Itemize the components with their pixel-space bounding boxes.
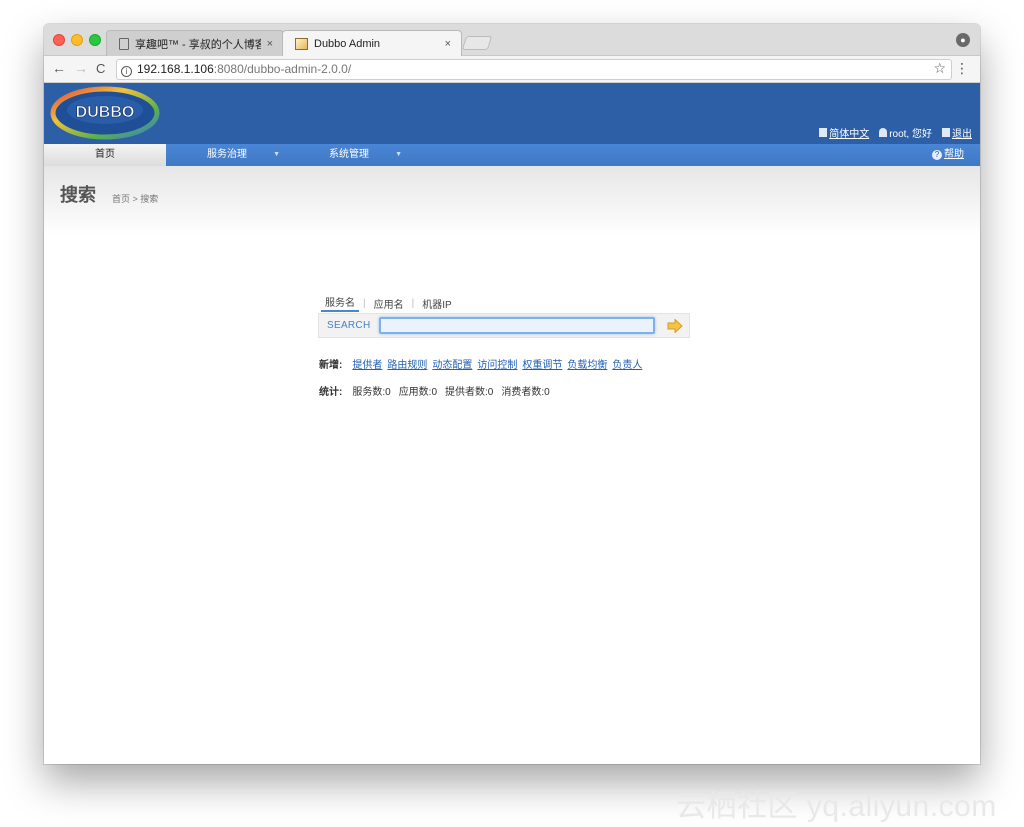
language-link[interactable]: 简体中文 xyxy=(819,125,869,140)
dropdown-caret-icon: ▼ xyxy=(273,151,280,158)
search-input[interactable] xyxy=(379,317,655,334)
tab-title: 享趣吧™ - 享叔的个人博客, 一 xyxy=(135,38,261,51)
help-label: 帮助 xyxy=(944,149,964,160)
page-title: 搜索 xyxy=(60,185,96,205)
stat-applications: 应用数:0 xyxy=(398,387,438,398)
help-icon: ? xyxy=(932,150,942,160)
address-bar[interactable]: i 192.168.1.106:8080/dubbo-admin-2.0.0/ xyxy=(116,59,952,80)
dubbo-logo[interactable]: DUBBO xyxy=(50,86,160,140)
logout-link[interactable]: 退出 xyxy=(942,125,972,140)
dropdown-caret-icon: ▼ xyxy=(395,151,402,158)
add-new-label: 新增: xyxy=(319,360,343,371)
add-owner-link[interactable]: 负责人 xyxy=(612,356,642,371)
menu-service-governance[interactable]: 服务治理 ▼ xyxy=(166,144,288,166)
bookmark-star-icon[interactable]: ☆ xyxy=(933,60,946,77)
close-window-button[interactable] xyxy=(53,34,65,46)
browser-tab-dubbo-admin[interactable]: Dubbo Admin × xyxy=(282,30,462,56)
reload-icon[interactable]: C xyxy=(96,61,105,76)
stat-services: 服务数:0 xyxy=(352,387,391,398)
tab-divider: | xyxy=(411,297,415,309)
search-type-tabs: 服务名 | 应用名 | 机器IP xyxy=(321,294,456,312)
add-access-control-link[interactable]: 访问控制 xyxy=(477,356,517,371)
logout-label: 退出 xyxy=(952,129,972,140)
dubbo-admin-page: DUBBO 简体中文 root, 您好 退出 首页 服务治理 ▼ 系统管理 ▼ ? 帮… xyxy=(44,83,980,764)
stat-providers: 提供者数:0 xyxy=(445,387,494,398)
info-icon[interactable]: i xyxy=(121,66,132,77)
logout-icon xyxy=(942,128,950,137)
browser-menu-icon[interactable]: ⋮ xyxy=(955,60,969,77)
url-path: :8080/dubbo-admin-2.0.0/ xyxy=(213,62,352,76)
add-load-balance-link[interactable]: 负载均衡 xyxy=(567,356,607,371)
forward-arrow-icon[interactable]: → xyxy=(74,60,88,76)
menu-help[interactable]: ? 帮助 xyxy=(932,144,964,166)
statistics-row: 统计: 服务数:0 应用数:0 提供者数:0 消费者数:0 xyxy=(319,383,550,398)
breadcrumb: 首页 > 搜索 xyxy=(112,194,159,204)
browser-tab-blog[interactable]: 享趣吧™ - 享叔的个人博客, 一 × xyxy=(106,30,284,56)
browser-window: 享趣吧™ - 享叔的个人博客, 一 × Dubbo Admin × ● ← → … xyxy=(44,24,980,764)
menu-system-management[interactable]: 系统管理 ▼ xyxy=(288,144,410,166)
new-tab-button[interactable] xyxy=(461,36,493,50)
header-links: 简体中文 root, 您好 退出 xyxy=(819,125,972,140)
watermark: 云栖社区 yq.aliyun.com xyxy=(676,790,997,823)
search-box: SEARCH xyxy=(318,313,690,338)
logo-text: DUBBO xyxy=(76,104,135,121)
zoom-window-button[interactable] xyxy=(89,34,101,46)
search-label: SEARCH xyxy=(327,320,371,331)
document-icon xyxy=(119,37,129,50)
add-new-links: 新增: 提供者 路由规则 动态配置 访问控制 权重调节 负载均衡 负责人 xyxy=(319,356,642,371)
statistics-label: 统计: xyxy=(319,387,343,398)
user-greeting-text: root, 您好 xyxy=(889,129,932,140)
menu-home[interactable]: 首页 xyxy=(44,144,166,166)
favicon-icon xyxy=(295,37,308,50)
tab-title: Dubbo Admin xyxy=(314,37,381,50)
tab-application-name[interactable]: 应用名 xyxy=(370,296,408,311)
add-weight-link[interactable]: 权重调节 xyxy=(522,356,562,371)
add-provider-link[interactable]: 提供者 xyxy=(352,356,382,371)
url-host: 192.168.1.106 xyxy=(137,62,214,76)
user-greeting: root, 您好 xyxy=(879,125,932,140)
add-route-rule-link[interactable]: 路由规则 xyxy=(387,356,427,371)
minimize-window-button[interactable] xyxy=(71,34,83,46)
main-menu: 首页 服务治理 ▼ 系统管理 ▼ ? 帮助 xyxy=(44,144,980,166)
profile-icon[interactable]: ● xyxy=(956,33,970,47)
tab-close-icon[interactable]: × xyxy=(267,38,273,50)
language-label: 简体中文 xyxy=(829,129,870,140)
document-icon xyxy=(819,128,828,137)
menu-label: 系统管理 xyxy=(329,149,369,160)
screenshot-stage: 享趣吧™ - 享叔的个人博客, 一 × Dubbo Admin × ● ← → … xyxy=(0,0,1024,827)
tab-strip: 享趣吧™ - 享叔的个人博客, 一 × Dubbo Admin × ● xyxy=(44,24,980,56)
tab-divider: | xyxy=(363,297,366,309)
search-go-arrow-icon[interactable] xyxy=(667,319,683,333)
stat-consumers: 消费者数:0 xyxy=(501,387,550,398)
tab-close-icon[interactable]: × xyxy=(445,38,451,50)
browser-toolbar: ← → C i 192.168.1.106:8080/dubbo-admin-2.… xyxy=(44,56,980,83)
tab-service-name[interactable]: 服务名 xyxy=(321,294,359,312)
add-dynamic-config-link[interactable]: 动态配置 xyxy=(432,356,472,371)
menu-label: 服务治理 xyxy=(207,149,247,160)
user-icon xyxy=(879,128,888,137)
content-header-gradient xyxy=(44,166,980,236)
back-arrow-icon[interactable]: ← xyxy=(52,60,66,76)
tab-machine-ip[interactable]: 机器IP xyxy=(418,296,455,311)
app-header: DUBBO 简体中文 root, 您好 退出 xyxy=(44,83,980,144)
